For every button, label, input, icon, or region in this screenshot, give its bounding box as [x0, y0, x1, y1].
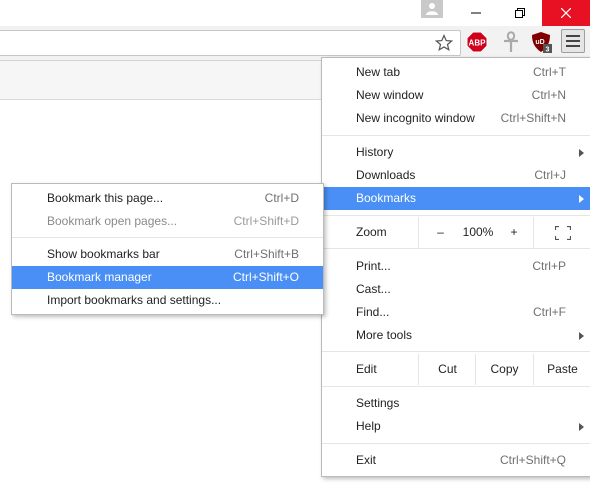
- profile-avatar-button[interactable]: [421, 0, 443, 18]
- menu-label: Help: [356, 419, 381, 433]
- submenu-arrow-icon: [579, 423, 584, 431]
- menu-item-downloads[interactable]: Downloads Ctrl+J: [322, 164, 590, 187]
- menu-item-new-incognito-window[interactable]: New incognito window Ctrl+Shift+N: [322, 107, 590, 130]
- menu-shortcut: Ctrl+D: [264, 191, 299, 205]
- chrome-main-menu: New tab Ctrl+T New window Ctrl+N New inc…: [321, 57, 590, 477]
- menu-label: Bookmark open pages...: [47, 214, 178, 228]
- adblock-plus-icon[interactable]: ABP: [466, 31, 488, 53]
- zoom-out-button[interactable]: –: [418, 217, 462, 248]
- menu-item-help[interactable]: Help: [322, 415, 590, 438]
- menu-shortcut: Ctrl+J: [534, 168, 566, 182]
- hamburger-icon: [566, 35, 580, 47]
- menu-label: Bookmarks: [356, 191, 417, 205]
- menu-label: Import bookmarks and settings...: [47, 293, 222, 307]
- menu-item-new-tab[interactable]: New tab Ctrl+T: [322, 61, 590, 84]
- menu-item-bookmarks[interactable]: Bookmarks: [322, 187, 590, 210]
- edit-row: Edit Cut Copy Paste: [322, 354, 590, 385]
- star-icon[interactable]: [435, 34, 453, 52]
- zoom-value: 100%: [462, 225, 494, 239]
- menu-separator: [322, 248, 590, 249]
- menu-shortcut: Ctrl+F: [533, 305, 566, 319]
- chrome-menu-button[interactable]: [561, 29, 585, 53]
- minimize-button[interactable]: [454, 0, 498, 26]
- copy-button[interactable]: Copy: [475, 354, 533, 385]
- menu-label: Bookmark this page...: [47, 191, 164, 205]
- browser-toolbar: ABP uD 3: [0, 26, 590, 61]
- menu-shortcut: Ctrl+Shift+Q: [499, 453, 566, 467]
- cut-label: Cut: [438, 362, 457, 376]
- menu-label: New tab: [356, 65, 401, 79]
- fullscreen-icon: [554, 225, 571, 241]
- menu-label: Exit: [356, 453, 377, 467]
- menu-shortcut: Ctrl+Shift+B: [234, 247, 299, 261]
- menu-separator: [322, 386, 590, 387]
- ublock-origin-icon[interactable]: uD 3: [530, 31, 552, 53]
- menu-label: New window: [356, 88, 424, 102]
- menu-shortcut: Ctrl+Shift+D: [233, 214, 299, 228]
- menu-item-new-window[interactable]: New window Ctrl+N: [322, 84, 590, 107]
- menu-label: Bookmark manager: [47, 270, 152, 284]
- menu-label: Cast...: [356, 282, 391, 296]
- bookmarks-submenu: Bookmark this page... Ctrl+D Bookmark op…: [11, 183, 324, 315]
- menu-label: Downloads: [356, 168, 416, 182]
- svg-text:ABP: ABP: [469, 39, 487, 48]
- menu-separator: [322, 215, 590, 216]
- menu-shortcut: Ctrl+N: [531, 88, 566, 102]
- menu-shortcut: Ctrl+P: [532, 259, 566, 273]
- ankh-icon[interactable]: [500, 31, 522, 53]
- menu-label: More tools: [356, 328, 413, 342]
- menu-separator: [12, 237, 323, 238]
- menu-item-more-tools[interactable]: More tools: [322, 324, 590, 347]
- menu-shortcut: Ctrl+Shift+N: [500, 111, 566, 125]
- menu-item-print[interactable]: Print... Ctrl+P: [322, 255, 590, 278]
- submenu-item-bookmark-this-page[interactable]: Bookmark this page... Ctrl+D: [12, 187, 323, 210]
- minimize-icon: [471, 12, 481, 14]
- menu-label: History: [356, 145, 394, 159]
- menu-label: Print...: [356, 259, 391, 273]
- menu-item-exit[interactable]: Exit Ctrl+Shift+Q: [322, 449, 590, 472]
- close-button[interactable]: [542, 0, 590, 26]
- copy-label: Copy: [490, 362, 519, 376]
- address-bar[interactable]: [0, 30, 461, 56]
- submenu-arrow-icon: [579, 149, 584, 157]
- menu-item-history[interactable]: History: [322, 141, 590, 164]
- edit-label: Edit: [356, 362, 377, 376]
- person-icon: [426, 3, 438, 15]
- cut-button[interactable]: Cut: [418, 354, 476, 385]
- menu-item-find[interactable]: Find... Ctrl+F: [322, 301, 590, 324]
- paste-label: Paste: [547, 362, 578, 376]
- title-bar: [0, 0, 590, 26]
- menu-label: Show bookmarks bar: [47, 247, 160, 261]
- zoom-in-button[interactable]: +: [495, 217, 533, 248]
- submenu-item-bookmark-manager[interactable]: Bookmark manager Ctrl+Shift+O: [12, 266, 323, 289]
- restore-button[interactable]: [498, 0, 542, 26]
- zoom-plus-label: +: [510, 225, 518, 239]
- menu-separator: [322, 443, 590, 444]
- svg-text:3: 3: [546, 47, 550, 54]
- menu-item-cast[interactable]: Cast...: [322, 278, 590, 301]
- menu-label: Settings: [356, 396, 400, 410]
- zoom-level-value: 100%: [462, 217, 494, 248]
- submenu-item-bookmark-open-pages[interactable]: Bookmark open pages... Ctrl+Shift+D: [12, 210, 323, 233]
- zoom-label: Zoom: [356, 225, 387, 239]
- submenu-arrow-icon: [579, 332, 584, 340]
- paste-button[interactable]: Paste: [533, 354, 590, 385]
- menu-label: New incognito window: [356, 111, 475, 125]
- menu-shortcut: Ctrl+Shift+O: [232, 270, 299, 284]
- restore-icon: [515, 8, 525, 18]
- menu-separator: [322, 135, 590, 136]
- zoom-minus-label: –: [437, 225, 444, 239]
- menu-item-settings[interactable]: Settings: [322, 392, 590, 415]
- submenu-arrow-icon: [579, 195, 584, 203]
- submenu-item-import-bookmarks[interactable]: Import bookmarks and settings...: [12, 289, 323, 312]
- menu-shortcut: Ctrl+T: [533, 65, 566, 79]
- menu-separator: [322, 351, 590, 352]
- submenu-item-show-bookmarks-bar[interactable]: Show bookmarks bar Ctrl+Shift+B: [12, 243, 323, 266]
- zoom-row: Zoom – 100% +: [322, 217, 590, 248]
- menu-label: Find...: [356, 305, 390, 319]
- close-icon: [561, 8, 571, 18]
- fullscreen-button[interactable]: [533, 217, 590, 248]
